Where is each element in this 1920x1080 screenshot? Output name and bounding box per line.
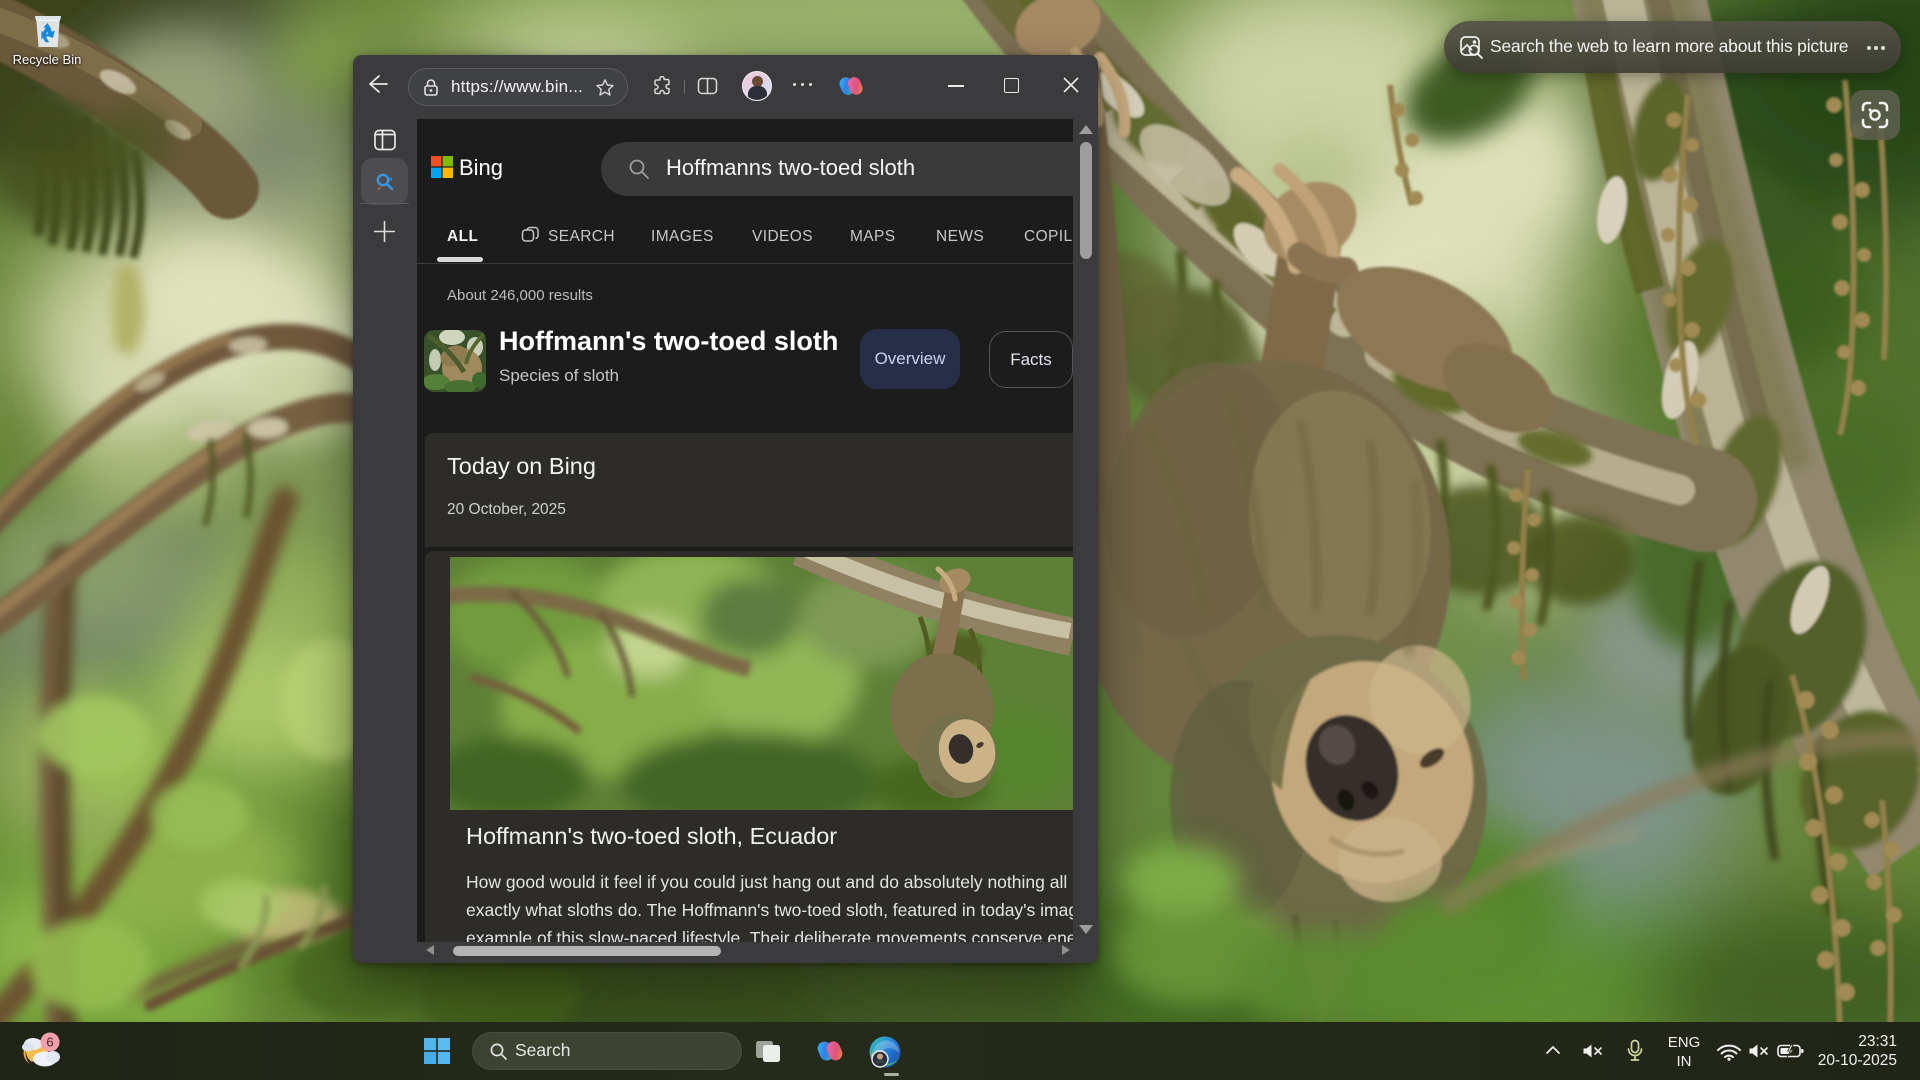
- svg-text:6: 6: [46, 1035, 53, 1050]
